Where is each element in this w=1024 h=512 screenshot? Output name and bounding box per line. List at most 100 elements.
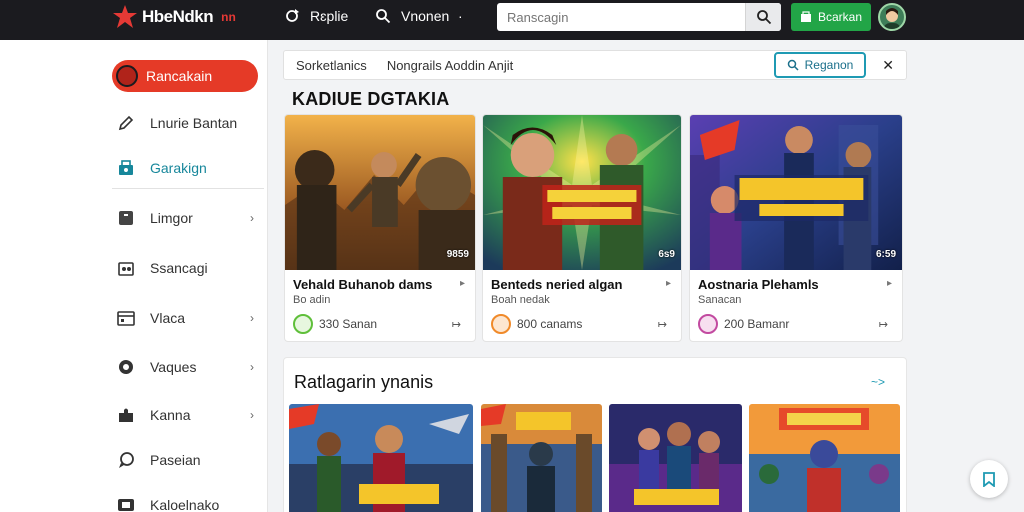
puzzle-icon bbox=[119, 408, 133, 422]
bag-icon bbox=[800, 11, 811, 22]
logo-icon bbox=[113, 5, 137, 28]
arrow-icon[interactable]: ↦ bbox=[658, 318, 667, 331]
sidebar-item-label: Ssancagi bbox=[150, 260, 208, 276]
calendar-icon bbox=[117, 311, 135, 326]
top-link-replie[interactable]: Rɛplie bbox=[284, 8, 348, 24]
sidebar-item-7[interactable]: Kanna › bbox=[116, 400, 260, 430]
sidebar-item-label: Garakign bbox=[150, 160, 207, 176]
sidebar-item-4[interactable]: Ssancagi bbox=[116, 253, 260, 283]
record-icon bbox=[116, 65, 138, 87]
game-thumbnail[interactable] bbox=[609, 404, 742, 512]
card-stat: 200 Bamanr bbox=[698, 314, 789, 334]
search-icon bbox=[787, 59, 799, 71]
game-artwork bbox=[481, 404, 602, 512]
top-link-more[interactable]: · bbox=[458, 8, 463, 24]
more-icon[interactable]: ▸ bbox=[887, 278, 892, 289]
arrow-icon[interactable]: ↦ bbox=[452, 318, 461, 331]
sidebar-item-label: Vlaca bbox=[150, 310, 186, 326]
logo-text: HbeNdkn bbox=[142, 7, 214, 26]
chevron-right-icon: › bbox=[250, 311, 254, 325]
sidebar-item-label: Kanna bbox=[150, 407, 191, 423]
game-card[interactable]: 9859 Vehald Buhanob dams ▸ Bo adin 330 S… bbox=[284, 114, 476, 342]
player-icon bbox=[698, 314, 718, 334]
avatar[interactable] bbox=[878, 3, 906, 31]
cta-label: Bcarkan bbox=[817, 10, 863, 24]
store-icon bbox=[119, 160, 133, 175]
card-badge: 9859 bbox=[446, 249, 469, 260]
game-thumbnail[interactable] bbox=[289, 404, 473, 512]
top-link-vnonen[interactable]: Vnonen bbox=[375, 8, 449, 24]
sidebar-item-label: Limgor bbox=[150, 210, 193, 226]
card-stat-label: 200 Bamanr bbox=[724, 317, 790, 331]
search-icon bbox=[376, 9, 391, 24]
card-title: Benteds neried algan bbox=[491, 277, 623, 292]
top-link-label: Vnonen bbox=[401, 8, 450, 24]
sidebar-item-3[interactable]: Limgor › bbox=[116, 203, 260, 233]
sidebar-item-label: Paseian bbox=[150, 452, 201, 468]
arrow-icon[interactable]: ↦ bbox=[879, 318, 888, 331]
card-stat: 800 canams bbox=[491, 314, 582, 334]
pencil-icon bbox=[118, 115, 134, 131]
card-stat: 330 Sanan bbox=[293, 314, 377, 334]
logo[interactable]: HbeNdkn nn bbox=[112, 4, 236, 30]
game-card[interactable]: 6:59 Aostnaria Plehamls ▸ Sanacan 200 Ba… bbox=[689, 114, 903, 342]
top-search bbox=[497, 3, 781, 31]
game-artwork bbox=[289, 404, 473, 512]
more-icon[interactable]: ▸ bbox=[666, 278, 671, 289]
cta-button[interactable]: Bcarkan bbox=[791, 3, 871, 31]
card-stat-label: 330 Sanan bbox=[319, 317, 378, 331]
search-button[interactable] bbox=[745, 3, 781, 31]
section-title: KADIUE DGTAKIA bbox=[292, 89, 450, 109]
card-subtitle: Sanacan bbox=[698, 294, 742, 306]
chevron-right-icon: › bbox=[250, 211, 254, 225]
top-bar: HbeNdkn nn Rɛplie Vnonen · Bcarkan bbox=[0, 0, 1024, 40]
grid-icon bbox=[118, 262, 134, 276]
card-title: Vehald Buhanob dams bbox=[293, 277, 433, 292]
bookmark-button[interactable] bbox=[970, 460, 1008, 498]
card-title: Aostnaria Plehamls bbox=[698, 277, 819, 292]
sidebar-item-8[interactable]: Paseian bbox=[116, 445, 260, 475]
card-badge: 6:59 bbox=[875, 249, 896, 260]
sidebar-item-label: Lnurie Bantan bbox=[150, 115, 238, 131]
chevron-right-icon: › bbox=[250, 360, 254, 374]
filter-search-button[interactable]: Reganon bbox=[774, 52, 866, 78]
see-more-link[interactable]: ~> bbox=[871, 375, 885, 389]
filter-tab-2[interactable]: Nongrails Aoddin Anjit bbox=[367, 58, 513, 73]
game-artwork bbox=[483, 115, 681, 270]
sidebar-divider bbox=[112, 188, 264, 189]
filter-bar: Sorketlanics Nongrails Aoddin Anjit Rega… bbox=[283, 50, 907, 80]
game-card[interactable]: 6s9 Benteds neried algan ▸ Boah nedak 80… bbox=[482, 114, 682, 342]
section-title: Ratlagarin ynanis bbox=[294, 372, 434, 392]
game-artwork bbox=[285, 115, 475, 270]
sidebar-item-active[interactable]: Rancakain bbox=[112, 60, 258, 92]
logo-sub: nn bbox=[221, 10, 236, 24]
card-stat-label: 800 canams bbox=[517, 317, 583, 331]
sidebar-item-5[interactable]: Vlaca › bbox=[116, 303, 260, 333]
sidebar-item-label: Kaloelnako bbox=[150, 497, 220, 512]
card-badge: 6s9 bbox=[658, 249, 675, 260]
more-icon[interactable]: ▸ bbox=[460, 278, 465, 289]
sidebar-item-6[interactable]: Vaques › bbox=[116, 352, 260, 382]
chat-icon bbox=[119, 452, 134, 468]
bookmark-icon bbox=[983, 472, 995, 487]
top-link-label: Rɛplie bbox=[310, 8, 349, 24]
search-icon bbox=[756, 10, 771, 25]
card-subtitle: Bo adin bbox=[293, 294, 331, 306]
sidebar-item-1[interactable]: Lnurie Bantan bbox=[116, 108, 260, 138]
player-icon bbox=[491, 314, 511, 334]
game-thumbnail[interactable] bbox=[481, 404, 602, 512]
chevron-right-icon: › bbox=[250, 408, 254, 422]
sidebar-item-2[interactable]: Garakign bbox=[116, 153, 260, 183]
search-input[interactable] bbox=[497, 3, 745, 31]
sidebar-item-label: Rancakain bbox=[146, 68, 213, 84]
game-artwork bbox=[690, 115, 902, 270]
sidebar: Rancakain Lnurie Bantan Garakign Limgor … bbox=[0, 40, 268, 512]
game-thumbnail[interactable] bbox=[749, 404, 900, 512]
game-artwork bbox=[609, 404, 742, 512]
card-subtitle: Boah nedak bbox=[491, 294, 550, 306]
filter-tab-1[interactable]: Sorketlanics bbox=[284, 58, 367, 73]
sidebar-item-9[interactable]: Kaloelnako bbox=[116, 490, 260, 512]
close-icon[interactable]: ✕ bbox=[882, 57, 894, 74]
dots-icon: · bbox=[458, 8, 463, 24]
sidebar-item-label: Vaques bbox=[150, 359, 197, 375]
